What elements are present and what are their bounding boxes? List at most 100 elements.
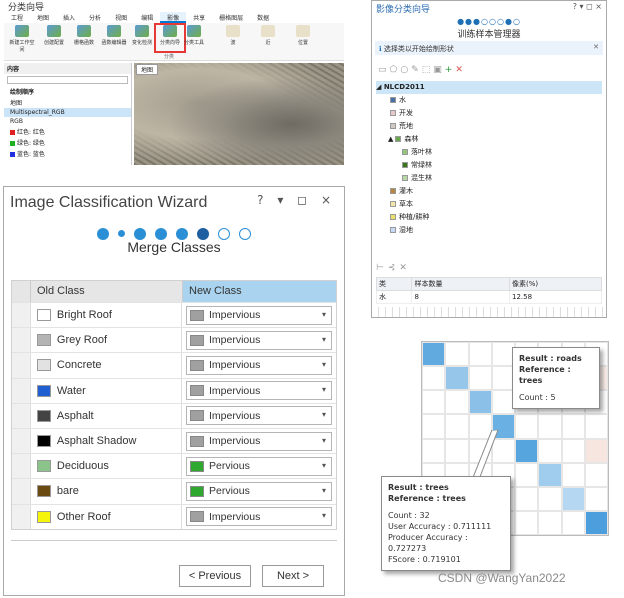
matrix-cell[interactable] [468,366,492,391]
cn-class-item[interactable]: 灌木 [376,185,602,198]
new-class-dropdown[interactable]: Impervious ▾ [186,431,332,451]
cn-class-item[interactable]: 荒地 [376,120,602,133]
matrix-cell[interactable] [422,366,446,391]
matrix-cell[interactable] [584,414,608,439]
ribbon-tab[interactable]: 视图 [108,12,134,23]
row-handle[interactable] [12,328,31,353]
cn-table-header[interactable]: 样本数量 [411,277,510,291]
matrix-cell[interactable] [422,414,446,439]
circle-tool-icon[interactable]: ○ [400,65,411,75]
row-handle[interactable] [12,303,31,328]
cn-class-item[interactable]: 种植/耕种 [376,211,602,224]
matrix-cell[interactable] [515,438,539,463]
matrix-cell[interactable] [422,390,446,415]
cn-table-header[interactable]: 像素(%) [508,277,603,291]
cn-class-item[interactable]: 常绿林 [376,159,602,172]
matrix-cell[interactable] [445,414,469,439]
matrix-cell[interactable] [561,510,585,535]
cn-root-class[interactable]: ◢ NLCD2011 [376,81,602,94]
row-handle[interactable] [12,428,31,454]
row-handle[interactable] [12,353,31,378]
matrix-cell[interactable] [584,486,608,511]
matrix-cell[interactable] [584,510,608,535]
matrix-cell[interactable] [538,414,562,439]
matrix-cell[interactable] [515,486,539,511]
new-class-dropdown[interactable]: Impervious ▾ [186,381,332,401]
matrix-cell[interactable] [561,414,585,439]
row-handle[interactable] [12,479,31,504]
ribbon-button[interactable]: 创建配置 [40,25,68,51]
cn-class-item[interactable]: 落叶林 [376,146,602,159]
ribbon-tab[interactable]: 编辑 [134,12,160,23]
matrix-cell[interactable] [561,438,585,463]
ribbon-button[interactable]: 新建工作空间 [8,25,36,53]
matrix-cell[interactable] [515,510,539,535]
ribbon-tab[interactable]: 共享 [186,12,212,23]
matrix-cell[interactable] [538,510,562,535]
ribbon-gallery-item[interactable]: 位置 [289,25,317,51]
cn-class-item[interactable]: 水 [376,94,602,107]
ribbon-gallery-item[interactable]: 近 [254,25,282,51]
ribbon-button[interactable]: 分类工具 [180,25,208,51]
ribbon-tab[interactable]: 插入 [56,12,82,23]
ribbon-tab[interactable]: 工程 [4,12,30,23]
cn-class-item[interactable]: 混生林 [376,172,602,185]
expand-icon[interactable]: ◢ [376,83,384,91]
map-tab[interactable]: 地图 [136,64,159,75]
new-class-dropdown[interactable]: Pervious ▾ [186,481,332,501]
matrix-cell[interactable] [445,438,469,463]
wizard-window-controls[interactable]: ? ▾ ◻ × [257,193,336,207]
row-handle[interactable] [12,403,31,428]
merge-icon[interactable]: ⊢ [376,263,388,273]
new-class-dropdown[interactable]: Impervious ▾ [186,507,332,527]
ribbon-button[interactable]: 栅格函数 [70,25,98,51]
matrix-cell[interactable] [584,462,608,487]
remove-class-icon[interactable]: ✕ [455,65,466,75]
delete-icon[interactable]: ✕ [399,263,411,273]
row-handle[interactable] [12,504,31,529]
matrix-cell[interactable] [561,462,585,487]
matrix-cell[interactable] [584,438,608,463]
rectangle-tool-icon[interactable]: ▭ [378,65,390,75]
row-handle[interactable] [12,454,31,479]
cn-class-item[interactable]: ▲ 森林 [376,133,602,146]
matrix-cell[interactable] [445,342,469,367]
cn-wizard-window-controls[interactable]: ? ▾ ◻ × [573,2,602,11]
matrix-cell[interactable] [422,438,446,463]
table-row[interactable]: 水 8 12.58 [375,290,603,304]
contents-search-input[interactable] [7,76,128,84]
ribbon-tab[interactable]: 影像 [160,12,187,23]
ribbon-gallery-item[interactable]: 波 [219,25,247,51]
matrix-cell[interactable] [468,342,492,367]
matrix-cell[interactable] [538,438,562,463]
cn-class-item[interactable]: 开发 [376,107,602,120]
layer-tree-item[interactable]: Multispectral_RGB [4,108,131,117]
matrix-cell[interactable] [538,462,562,487]
row-handle[interactable] [12,378,31,403]
new-class-dropdown[interactable]: Pervious ▾ [186,456,332,476]
expand-icon[interactable]: ▲ [388,135,393,143]
select-tool-icon[interactable]: ⬚ [422,65,434,75]
cn-class-item[interactable]: 草本 [376,198,602,211]
new-class-dropdown[interactable]: Impervious ▾ [186,305,332,325]
new-class-dropdown[interactable]: Impervious ▾ [186,355,332,375]
matrix-cell[interactable] [422,342,446,367]
previous-button[interactable]: < Previous [179,565,251,587]
matrix-cell[interactable] [561,486,585,511]
matrix-cell[interactable] [515,414,539,439]
matrix-cell[interactable] [515,462,539,487]
next-button[interactable]: Next > [262,565,324,587]
new-class-dropdown[interactable]: Impervious ▾ [186,330,332,350]
ribbon-button[interactable]: 变化检测 [128,25,156,51]
ribbon-button[interactable]: 函数编辑器 [100,25,128,51]
satellite-map-view[interactable] [134,63,344,165]
ribbon-tab[interactable]: 栅格图层 [212,12,250,23]
ribbon-tab[interactable]: 数据 [250,12,276,23]
close-icon[interactable]: ✕ [593,43,599,51]
matrix-cell[interactable] [445,390,469,415]
cn-table-header[interactable]: 类 [375,277,413,291]
ribbon-tab[interactable]: 地图 [30,12,56,23]
ribbon-tab[interactable]: 分析 [82,12,108,23]
matrix-cell[interactable] [468,390,492,415]
matrix-cell[interactable] [445,366,469,391]
